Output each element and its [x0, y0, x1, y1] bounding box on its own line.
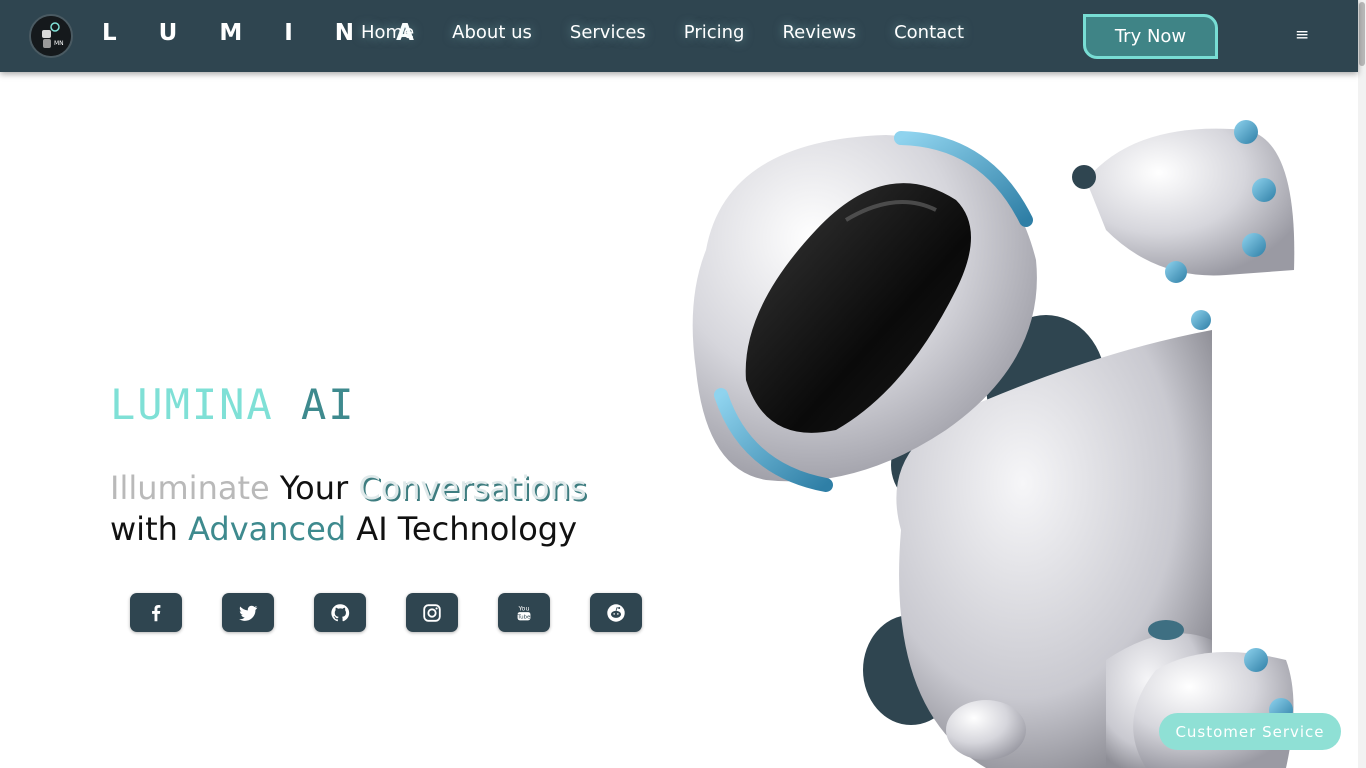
- svg-text:Tube: Tube: [517, 614, 532, 620]
- tagline-word-your: Your: [279, 469, 349, 507]
- nav-home[interactable]: Home: [361, 22, 414, 43]
- hero-title: LUMINA AI: [110, 380, 356, 429]
- hero-tagline: Illuminate Your Conversations with Advan…: [110, 468, 670, 550]
- hero-title-ai: AI: [301, 380, 356, 429]
- reddit-button[interactable]: [590, 593, 642, 632]
- customer-service-button[interactable]: Customer Service: [1159, 713, 1341, 750]
- instagram-button[interactable]: [406, 593, 458, 632]
- try-now-button[interactable]: Try Now: [1083, 14, 1218, 59]
- github-button[interactable]: [314, 593, 366, 632]
- hero-title-lumina: LUMINA: [110, 380, 274, 429]
- nav-contact[interactable]: Contact: [894, 22, 964, 43]
- youtube-button[interactable]: You Tube: [498, 593, 550, 632]
- nav-reviews[interactable]: Reviews: [782, 22, 856, 43]
- svg-text:MN: MN: [54, 40, 64, 47]
- robot-illustration: [692, 120, 1298, 768]
- nav-about-us[interactable]: About us: [452, 22, 532, 43]
- tagline-word-illuminate: Illuminate: [110, 469, 270, 507]
- facebook-icon: [152, 604, 161, 621]
- hamburger-menu-icon[interactable]: ≡: [1295, 25, 1309, 45]
- facebook-button[interactable]: [130, 593, 182, 632]
- youtube-icon: You Tube: [517, 604, 532, 620]
- reddit-icon: [607, 603, 625, 622]
- page-scrollbar[interactable]: [1358, 0, 1366, 768]
- tagline-word-advanced: Advanced: [188, 510, 347, 548]
- nav-pricing[interactable]: Pricing: [684, 22, 745, 43]
- nav-services[interactable]: Services: [570, 22, 646, 43]
- tagline-word-with: with: [110, 510, 178, 548]
- twitter-button[interactable]: [222, 593, 274, 632]
- social-links: You Tube: [130, 593, 682, 632]
- twitter-icon: [239, 605, 258, 621]
- navbar: MN L U M I N A Home About us Services Pr…: [0, 0, 1358, 72]
- scrollbar-thumb[interactable]: [1359, 2, 1365, 66]
- tagline-word-conversations: Conversations: [358, 469, 587, 507]
- github-icon: [331, 603, 350, 621]
- tagline-word-ai-technology: AI Technology: [356, 510, 578, 548]
- nav-links: Home About us Services Pricing Reviews C…: [361, 22, 1002, 43]
- instagram-icon: [423, 603, 441, 622]
- robot-logo-icon[interactable]: MN: [29, 14, 73, 58]
- svg-text:You: You: [517, 604, 529, 612]
